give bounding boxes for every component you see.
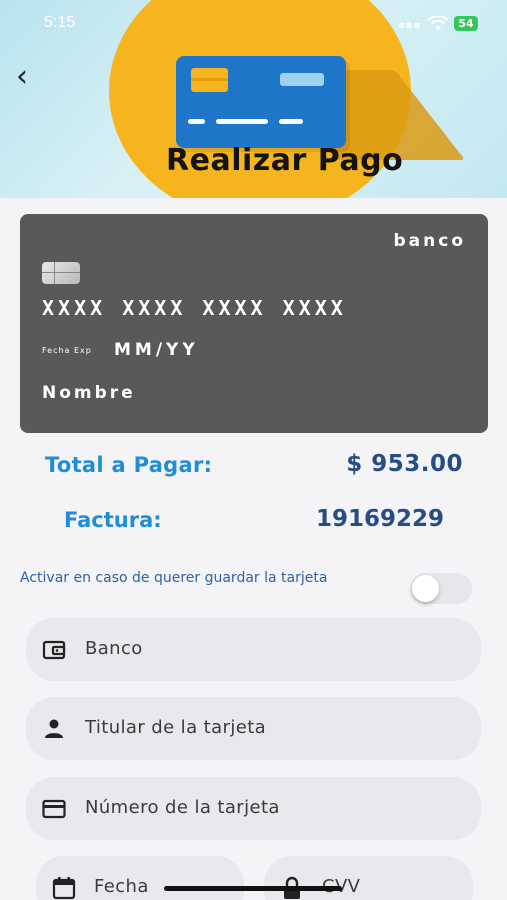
status-time: 5:15 [44,14,76,31]
card-holder-name: Nombre [42,383,136,403]
credit-card-illustration [176,56,346,148]
invoice-value: 19169229 [315,506,444,532]
page-title: Realizar Pago [166,143,404,178]
card-chip-icon [42,262,80,284]
wifi-icon [428,16,448,31]
signal-icon: ▪▪▪ [398,20,422,31]
person-icon [45,719,63,738]
home-indicator [164,886,342,891]
card-number-field[interactable]: Número de la tarjeta [26,777,481,840]
invoice-label: Factura: [64,508,162,532]
bank-placeholder: Banco [85,638,143,659]
back-arrow-icon[interactable]: ‹ [16,60,42,94]
credit-card-icon [42,799,66,819]
card-number-placeholder: Número de la tarjeta [85,797,280,818]
total-value: $ 953.00 [346,451,463,477]
header: 5:15 ▪▪▪ 54 ‹ Realizar Pago [0,0,507,198]
calendar-icon [52,877,76,900]
card-holder-field[interactable]: Titular de la tarjeta [26,697,481,760]
total-label: Total a Pagar: [45,453,213,477]
status-bar: 5:15 ▪▪▪ 54 [0,14,507,36]
toggle-knob [412,575,439,602]
battery-indicator: 54 [454,16,478,31]
card-preview: banco XXXX XXXX XXXX XXXX Fecha Exp MM/Y… [20,214,488,433]
save-card-label: Activar en caso de querer guardar la tar… [20,570,328,586]
card-number: XXXX XXXX XXXX XXXX [42,296,347,320]
card-bank: banco [393,231,466,251]
wallet-icon [42,640,66,660]
cvv-field[interactable]: CVV [264,856,473,900]
expiry-date-placeholder: Fecha [94,876,149,897]
card-holder-placeholder: Titular de la tarjeta [85,717,267,738]
card-exp-label: Fecha Exp [42,346,92,355]
save-card-toggle[interactable] [410,573,472,604]
bank-field[interactable]: Banco [26,618,481,681]
expiry-date-field[interactable]: Fecha [36,856,244,900]
card-exp-value: MM/YY [114,340,199,360]
